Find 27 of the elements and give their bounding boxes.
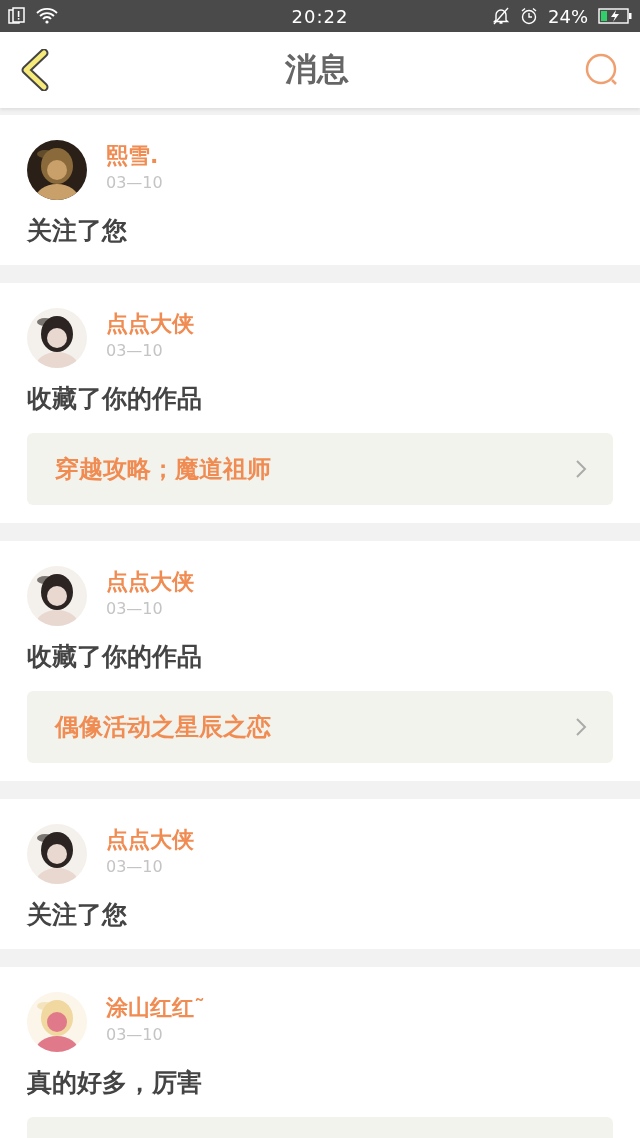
chevron-right-icon [575,459,587,479]
message-date: 03—10 [106,598,164,618]
wifi-icon [36,7,58,25]
message-text: 关注了您 [27,899,128,931]
work-link[interactable]: 偶像活动之星辰之恋 [27,691,613,763]
user-name[interactable]: 点点大侠 [106,824,194,855]
user-name[interactable]: 熙雪. [106,140,163,171]
work-link[interactable]: 穿越攻略；魔道祖师 [27,433,613,505]
clock-time: 20:22 [291,5,349,27]
message-date: 03—10 [106,172,163,192]
message-text: 真的好多，厉害 [27,1067,203,1099]
page-title: 消息 [285,49,349,90]
message-text: 收藏了你的作品 [27,641,203,673]
message-date: 03—10 [106,1024,164,1044]
battery-percent: 24% [548,5,588,27]
user-name[interactable]: 点点大侠 [106,566,194,597]
bell-off-icon [492,7,510,25]
sim-alert-icon [8,7,26,25]
message-text: 关注了您 [27,215,128,247]
user-name[interactable]: 涂山红红˜ [106,992,205,1023]
alarm-clock-icon [520,7,538,25]
battery-icon [598,8,632,24]
user-name[interactable]: 点点大侠 [106,308,194,339]
message-date: 03—10 [106,340,164,360]
chevron-right-icon [575,717,587,737]
message-date: 03—10 [106,856,164,876]
message-text: 收藏了你的作品 [27,383,203,415]
